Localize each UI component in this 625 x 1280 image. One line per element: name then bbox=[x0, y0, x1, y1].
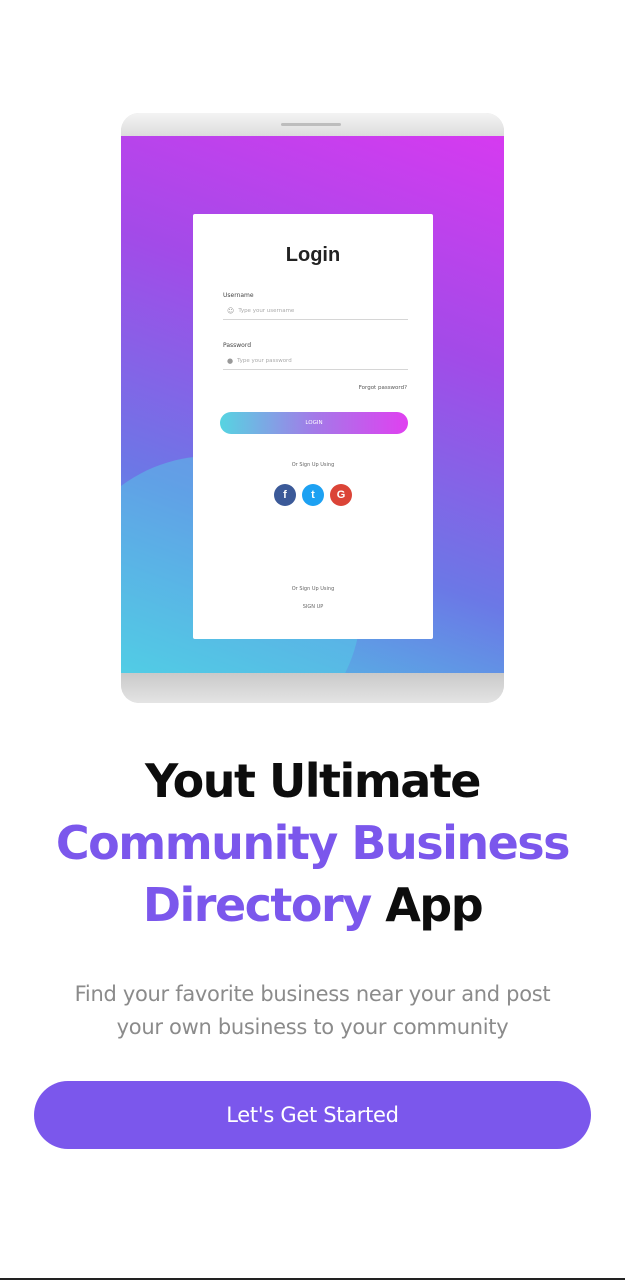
lock-icon: ● bbox=[227, 357, 234, 365]
mockup-login-card: Login Username ☺ Type your username Pass… bbox=[193, 214, 433, 639]
mockup-password-placeholder: Type your password bbox=[237, 358, 292, 364]
mockup-username-field: ☺ Type your username bbox=[223, 303, 408, 320]
mockup-login-title: Login bbox=[285, 244, 341, 266]
mockup-address-bar bbox=[281, 123, 341, 126]
mockup-social-buttons: f t G bbox=[193, 484, 433, 506]
mockup-bottom-frame bbox=[121, 673, 504, 703]
title-line-1: Yout Ultimate bbox=[145, 754, 481, 808]
mockup-window-bar bbox=[121, 113, 504, 136]
page-subtitle: Find your favorite business near your an… bbox=[30, 978, 595, 1044]
mockup-login-button: LOGIN bbox=[220, 412, 408, 434]
user-icon: ☺ bbox=[227, 307, 235, 315]
title-line-3: Directory App bbox=[0, 874, 625, 936]
twitter-icon: t bbox=[302, 484, 324, 506]
get-started-button[interactable]: Let's Get Started bbox=[34, 1081, 591, 1149]
mockup-signup-link: SIGN UP bbox=[302, 604, 324, 610]
google-icon: G bbox=[330, 484, 352, 506]
mockup-username-label: Username bbox=[223, 292, 254, 299]
hero-mockup-image: Login Username ☺ Type your username Pass… bbox=[121, 113, 504, 703]
subtitle-line-1: Find your favorite business near your an… bbox=[74, 982, 551, 1006]
mockup-password-field: ● Type your password bbox=[223, 353, 408, 370]
title-line-3-highlight: Directory bbox=[142, 878, 372, 932]
mockup-forgot-password: Forgot password? bbox=[358, 385, 407, 391]
page-title: Yout Ultimate Community Business Directo… bbox=[0, 750, 625, 936]
title-line-3-rest: App bbox=[370, 878, 483, 932]
facebook-icon: f bbox=[274, 484, 296, 506]
mockup-signup-text: Or Sign Up Using bbox=[291, 586, 335, 592]
mockup-gradient-background: Login Username ☺ Type your username Pass… bbox=[121, 136, 504, 673]
mockup-username-placeholder: Type your username bbox=[238, 308, 295, 314]
mockup-password-label: Password bbox=[223, 342, 252, 349]
subtitle-line-2: your own business to your community bbox=[116, 1015, 509, 1039]
mockup-social-text: Or Sign Up Using bbox=[291, 462, 335, 468]
title-line-2: Community Business bbox=[55, 816, 571, 870]
